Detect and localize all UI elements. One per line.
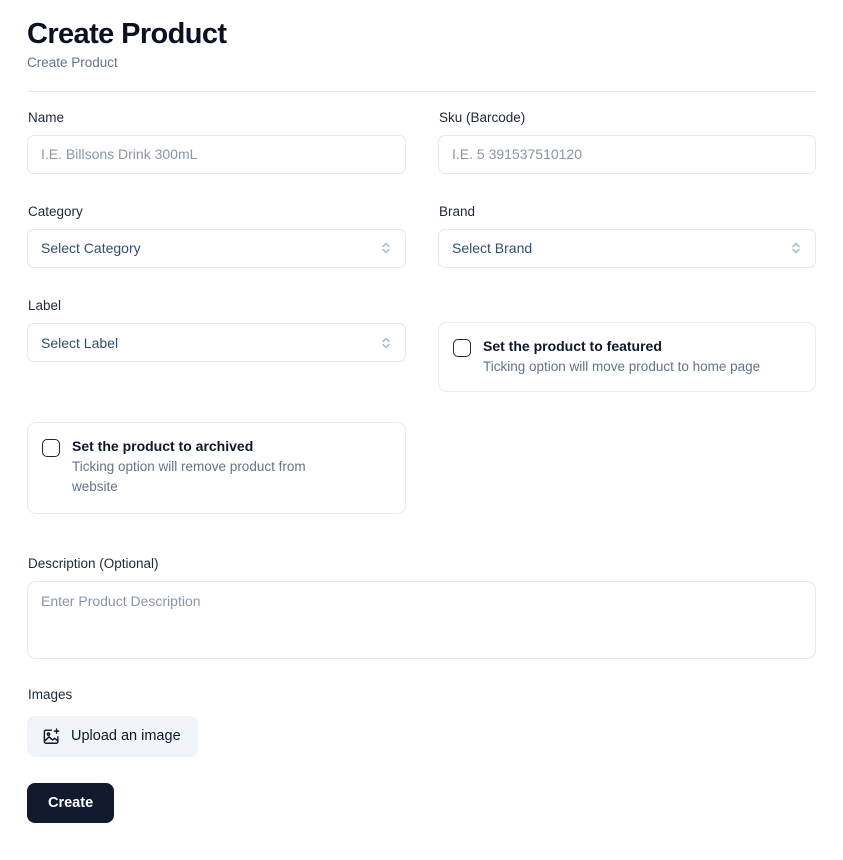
- field-description: Description (Optional) Enter Product Des…: [27, 556, 816, 659]
- category-label: Category: [28, 203, 83, 219]
- description-textarea[interactable]: Enter Product Description: [27, 580, 816, 659]
- create-button[interactable]: Create: [27, 782, 115, 823]
- featured-title: Set the product to featured: [483, 337, 662, 354]
- image-plus-icon: [42, 727, 61, 746]
- archived-title: Set the product to archived: [72, 437, 254, 454]
- sku-label: Sku (Barcode): [439, 109, 526, 125]
- page-title: Create Product: [27, 18, 227, 50]
- chevron-up-down-icon: [790, 240, 802, 256]
- page-header: Create Product Create Product: [27, 18, 816, 72]
- form-row-archived: Set the product to archived Ticking opti…: [27, 421, 816, 514]
- chevron-up-down-icon: [380, 335, 392, 351]
- name-input[interactable]: I.E. Billsons Drink 300mL: [27, 134, 406, 174]
- archived-checkbox-panel[interactable]: Set the product to archived Ticking opti…: [27, 421, 406, 514]
- field-brand: Brand Select Brand: [438, 204, 816, 268]
- featured-checkbox[interactable]: [453, 338, 471, 357]
- page-subtitle: Create Product: [27, 55, 118, 71]
- form-row-name-sku: Name I.E. Billsons Drink 300mL Sku (Barc…: [27, 110, 816, 174]
- field-sku: Sku (Barcode) I.E. 5 391537510120: [438, 110, 816, 174]
- form-row-label-featured: Label Select Label Set the product to fe…: [27, 298, 816, 392]
- featured-description: Ticking option will move product to home…: [483, 358, 761, 374]
- category-select[interactable]: Select Category: [27, 228, 406, 268]
- sku-placeholder: I.E. 5 391537510120: [452, 146, 583, 163]
- header-divider: [27, 90, 816, 92]
- featured-checkbox-panel[interactable]: Set the product to featured Ticking opti…: [438, 321, 816, 392]
- category-selected-value: Select Category: [41, 240, 141, 257]
- archived-checkbox[interactable]: [42, 438, 60, 457]
- featured-panel-cell: Set the product to featured Ticking opti…: [438, 298, 816, 392]
- field-label-select: Label Select Label: [27, 298, 406, 392]
- images-section: Images Upload an image: [27, 687, 816, 757]
- images-label: Images: [28, 686, 73, 702]
- brand-select[interactable]: Select Brand: [438, 228, 816, 268]
- archived-panel-cell: Set the product to archived Ticking opti…: [27, 421, 406, 514]
- description-placeholder: Enter Product Description: [41, 592, 201, 609]
- sku-input[interactable]: I.E. 5 391537510120: [438, 134, 816, 174]
- label-selected-value: Select Label: [41, 334, 119, 351]
- label-label: Label: [28, 297, 62, 313]
- create-product-page: Create Product Create Product Name I.E. …: [0, 0, 843, 823]
- brand-selected-value: Select Brand: [452, 240, 533, 257]
- field-category: Category Select Category: [27, 204, 406, 268]
- label-select[interactable]: Select Label: [27, 323, 406, 363]
- form-row-category-brand: Category Select Category Brand Select Br…: [27, 204, 816, 268]
- brand-label: Brand: [439, 203, 476, 219]
- name-label: Name: [28, 109, 65, 125]
- upload-image-label: Upload an image: [71, 728, 181, 745]
- chevron-up-down-icon: [380, 240, 392, 256]
- archived-description: Ticking option will remove product from …: [72, 458, 306, 494]
- featured-text: Set the product to featured Ticking opti…: [483, 337, 760, 377]
- archived-spacer: [438, 422, 816, 514]
- field-name: Name I.E. Billsons Drink 300mL: [27, 110, 406, 174]
- upload-image-button[interactable]: Upload an image: [27, 715, 198, 757]
- archived-text: Set the product to archived Ticking opti…: [72, 437, 340, 497]
- name-placeholder: I.E. Billsons Drink 300mL: [41, 146, 198, 163]
- description-label: Description (Optional): [28, 555, 159, 571]
